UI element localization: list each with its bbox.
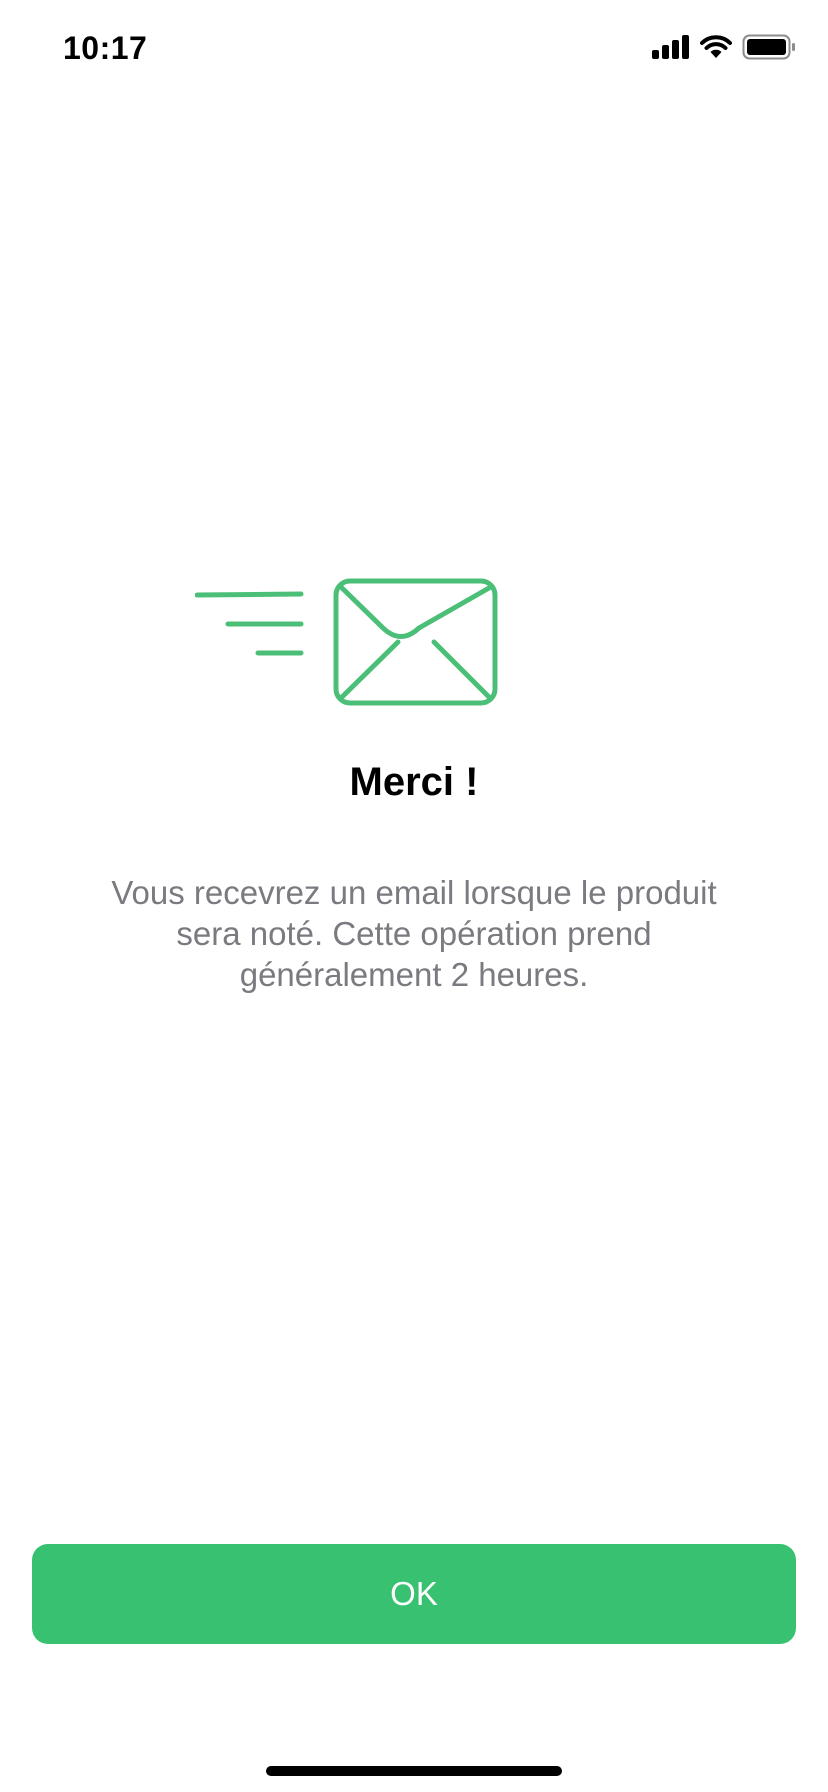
- envelope-sent-icon: [195, 578, 498, 706]
- wifi-icon: [700, 35, 732, 58]
- status-bar: 10:17: [0, 0, 828, 100]
- confirmation-message: Vous recevrez un email lorsque le produi…: [111, 874, 717, 993]
- signal-icon: [652, 35, 689, 59]
- battery-icon: [742, 34, 795, 60]
- status-icons: [652, 34, 796, 60]
- ok-button[interactable]: OK: [32, 1544, 796, 1644]
- page-title: Merci !: [349, 760, 479, 804]
- status-time: 10:17: [63, 30, 148, 66]
- home-indicator[interactable]: [266, 1766, 562, 1776]
